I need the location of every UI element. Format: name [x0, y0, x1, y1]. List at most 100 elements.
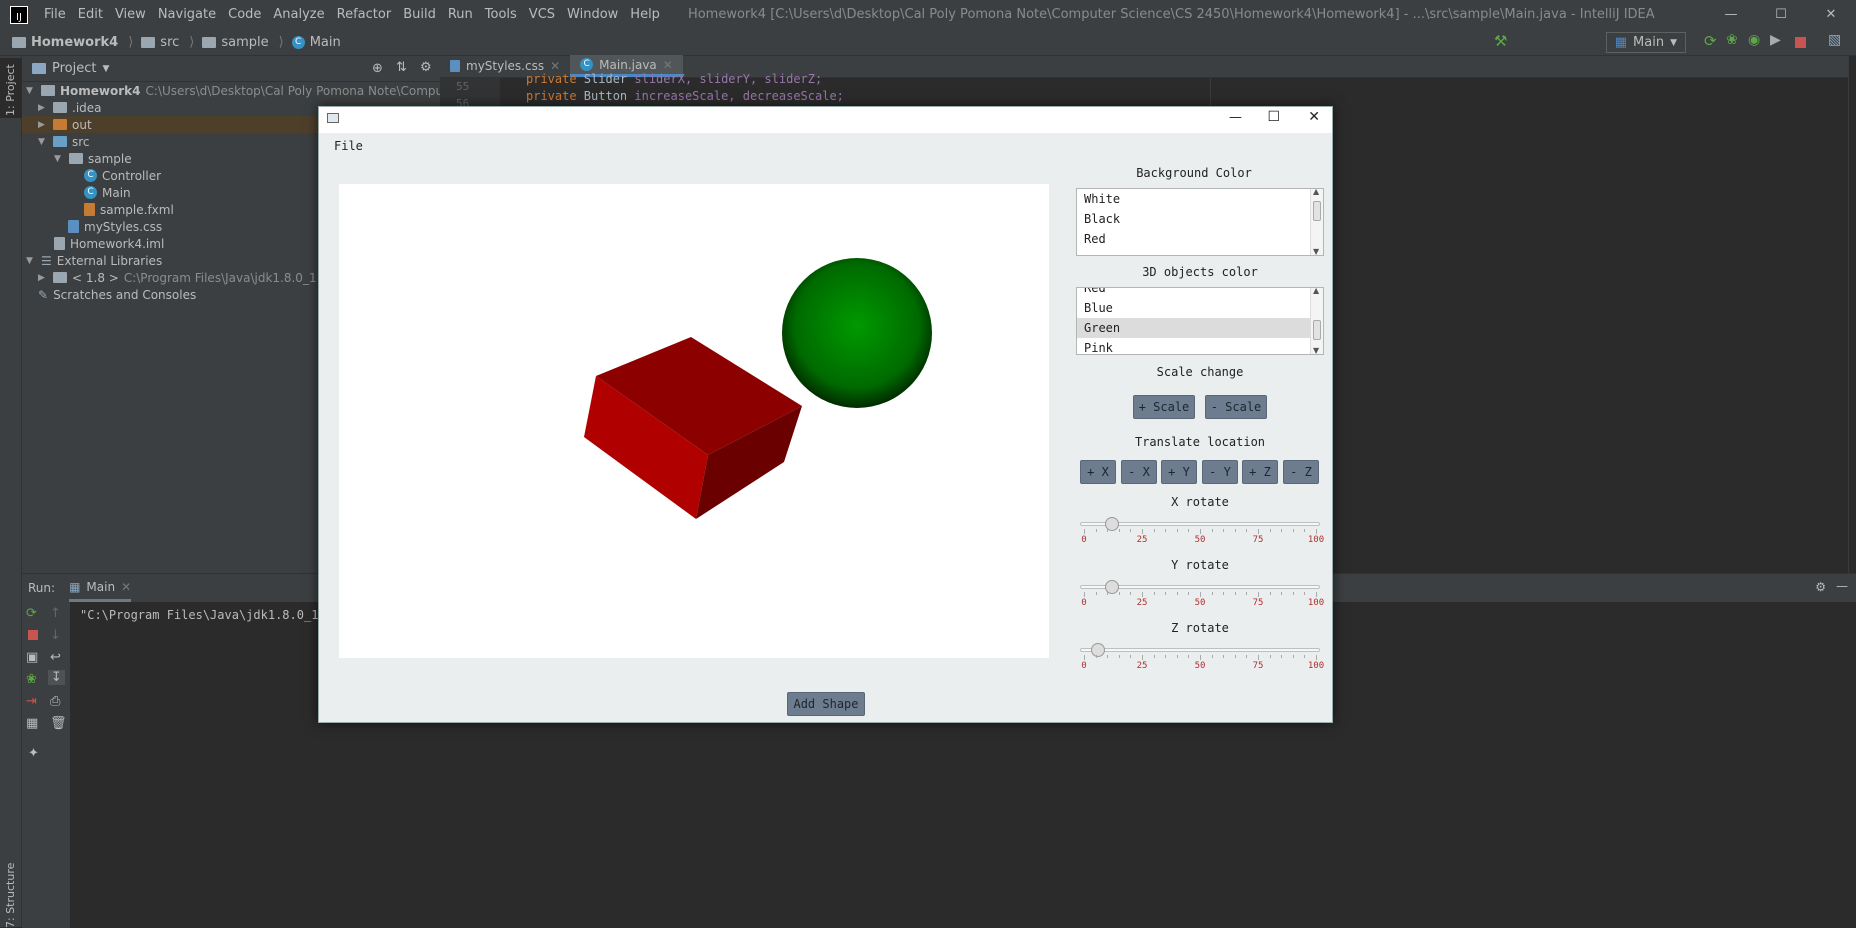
red-box-shape[interactable] [584, 337, 802, 519]
scroll-to-end-icon[interactable]: ↧ [48, 670, 65, 685]
menu-code[interactable]: Code [222, 7, 267, 22]
tree-item-iml[interactable]: Homework4.iml [54, 235, 164, 252]
up-arrow-icon[interactable]: ↑ [50, 606, 61, 621]
close-tab-icon[interactable]: ✕ [121, 580, 131, 594]
rerun-icon[interactable]: ⟳ [26, 606, 37, 621]
z-rotate-slider[interactable]: 0 25 50 75 100 [1080, 643, 1324, 673]
stop-icon[interactable] [1795, 37, 1806, 48]
breadcrumb-main[interactable]: C Main [291, 35, 341, 50]
rerun-icon[interactable]: ⟳ [1704, 32, 1718, 50]
debugger-icon[interactable]: ❀ [26, 672, 37, 687]
fx-maximize-icon[interactable]: ☐ [1267, 109, 1280, 125]
list-item[interactable]: White [1077, 189, 1323, 209]
close-icon[interactable]: ✕ [1806, 0, 1856, 29]
background-color-list[interactable]: White Black Red ▲ ▼ [1076, 188, 1324, 256]
maximize-icon[interactable]: ☐ [1756, 0, 1806, 29]
structure-tool-tab[interactable]: 7: Structure [4, 863, 17, 928]
code-line[interactable]: private Slider sliderX, sliderY, sliderZ… [526, 72, 822, 86]
soft-wrap-icon[interactable]: ↩ [50, 650, 61, 665]
slider-thumb[interactable] [1091, 643, 1106, 657]
project-panel-title[interactable]: Project [52, 61, 96, 76]
project-tool-tab[interactable]: 1: Project [0, 58, 22, 118]
fx-minimize-icon[interactable]: — [1229, 110, 1242, 125]
list-item[interactable]: Pink [1077, 338, 1323, 354]
menu-analyze[interactable]: Analyze [267, 7, 330, 22]
menu-build[interactable]: Build [397, 7, 442, 22]
collapse-all-icon[interactable]: ⇅ [396, 60, 407, 75]
tree-item-external-libraries[interactable]: ▼ ☰ External Libraries [26, 252, 162, 269]
editor-scrollbar[interactable] [1848, 56, 1856, 573]
translate-minus-y-button[interactable]: - Y [1202, 460, 1238, 484]
camera-icon[interactable]: ▣ [26, 650, 38, 665]
menu-tools[interactable]: Tools [479, 7, 523, 22]
scale-down-button[interactable]: - Scale [1205, 395, 1267, 419]
gear-icon[interactable]: ⚙ [420, 60, 432, 75]
menu-file[interactable]: File [38, 7, 72, 22]
scale-up-button[interactable]: + Scale [1133, 395, 1195, 419]
chevron-down-icon[interactable]: ▼ [102, 64, 109, 74]
tree-item-css[interactable]: myStyles.css [68, 218, 162, 235]
menu-navigate[interactable]: Navigate [152, 7, 222, 22]
locate-icon[interactable]: ⊕ [372, 61, 383, 76]
tree-item-src[interactable]: ▼ src [38, 133, 90, 150]
stop-icon[interactable] [28, 630, 38, 640]
hide-panel-icon[interactable]: — [1836, 579, 1848, 593]
tree-item-controller[interactable]: C Controller [84, 167, 161, 184]
menu-run[interactable]: Run [442, 7, 479, 22]
menu-vcs[interactable]: VCS [523, 7, 561, 22]
x-rotate-slider[interactable]: 0 25 50 75 100 [1080, 517, 1324, 547]
list-scrollbar[interactable]: ▲ ▼ [1310, 189, 1323, 255]
print-icon[interactable]: ⎙ [50, 694, 60, 709]
tree-item-out[interactable]: ▶ out [22, 116, 318, 133]
tree-item-main[interactable]: C Main [84, 184, 131, 201]
translate-minus-x-button[interactable]: - X [1121, 460, 1157, 484]
run-tab-main[interactable]: ▦ Main ✕ [69, 574, 132, 602]
gear-icon[interactable]: ⚙ [1815, 580, 1826, 594]
breadcrumb-src[interactable]: src [141, 35, 179, 50]
trash-icon[interactable]: 🗑 [50, 716, 67, 731]
breadcrumb-project[interactable]: Homework4 [12, 35, 118, 50]
list-item[interactable]: Black [1077, 209, 1323, 229]
project-structure-icon[interactable]: ▧ [1828, 32, 1842, 48]
menu-edit[interactable]: Edit [72, 7, 109, 22]
slider-track[interactable] [1080, 648, 1320, 652]
translate-plus-x-button[interactable]: + X [1080, 460, 1116, 484]
menu-view[interactable]: View [109, 7, 152, 22]
list-item-selected[interactable]: Green [1077, 318, 1323, 338]
tree-item-scratches[interactable]: ✎ Scratches and Consoles [38, 286, 196, 303]
list-scrollbar[interactable]: ▲ ▼ [1310, 288, 1323, 354]
y-rotate-slider[interactable]: 0 25 50 75 100 [1080, 580, 1324, 610]
menu-window[interactable]: Window [561, 7, 624, 22]
green-sphere-shape[interactable] [782, 258, 932, 408]
translate-plus-z-button[interactable]: + Z [1242, 460, 1278, 484]
breadcrumb-sample[interactable]: sample [202, 35, 269, 50]
fx-menu-file[interactable]: File [334, 139, 363, 153]
tree-item-sample[interactable]: ▼ sample [54, 150, 132, 167]
debug-icon[interactable]: ❀ [1726, 32, 1740, 48]
translate-plus-y-button[interactable]: + Y [1161, 460, 1197, 484]
pin-icon[interactable]: ✦ [28, 746, 39, 761]
profile-icon[interactable]: ▶ [1770, 32, 1784, 48]
close-tab-icon[interactable]: ✕ [663, 58, 673, 72]
down-arrow-icon[interactable]: ↓ [50, 628, 61, 643]
tree-item-jdk[interactable]: ▶ < 1.8 > C:\Program Files\Java\jdk1.8.0_1… [38, 269, 332, 286]
minimize-icon[interactable]: — [1706, 0, 1756, 29]
list-item[interactable]: Red [1077, 288, 1323, 298]
run-config-selector[interactable]: ▦ Main ▼ [1605, 32, 1686, 53]
add-shape-button[interactable]: Add Shape [787, 692, 865, 716]
object-color-list[interactable]: Red Blue Green Pink ▲ ▼ [1076, 287, 1324, 355]
exit-icon[interactable]: ⇥ [26, 694, 37, 709]
coverage-icon[interactable]: ◉ [1748, 32, 1762, 48]
3d-scene-canvas[interactable] [339, 184, 1049, 658]
tree-item-idea[interactable]: ▶ .idea [38, 99, 102, 116]
layout-icon[interactable]: ▦ [26, 716, 38, 731]
translate-minus-z-button[interactable]: - Z [1283, 460, 1319, 484]
close-tab-icon[interactable]: ✕ [550, 59, 560, 73]
fx-close-icon[interactable]: ✕ [1308, 109, 1320, 125]
menu-refactor[interactable]: Refactor [331, 7, 398, 22]
list-item[interactable]: Red [1077, 229, 1323, 249]
menu-help[interactable]: Help [624, 7, 666, 22]
code-line[interactable]: private Button increaseScale, decreaseSc… [526, 89, 844, 103]
build-hammer-icon[interactable]: ⚒ [1494, 32, 1508, 50]
list-item[interactable]: Blue [1077, 298, 1323, 318]
